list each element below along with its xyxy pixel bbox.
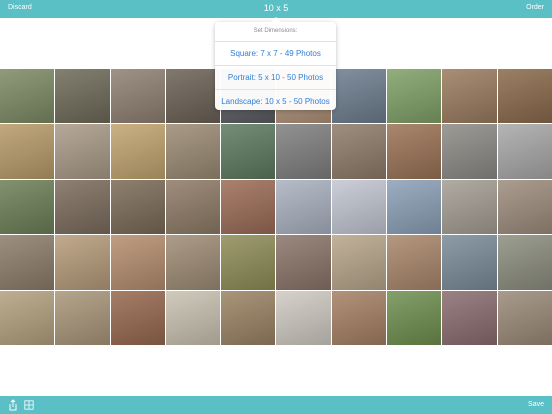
top-toolbar: Discard 10 x 5 Order [0,0,552,18]
photo-thumbnail[interactable] [331,179,387,235]
save-button[interactable]: Save [528,401,544,408]
photo-thumbnail[interactable] [110,235,165,290]
photo-thumbnail[interactable] [331,69,387,124]
photo-thumbnail[interactable] [497,69,552,124]
photo-thumbnail[interactable] [221,179,276,235]
photo-thumbnail[interactable] [276,124,331,179]
option-portrait[interactable]: Portrait: 5 x 10 - 50 Photos [215,65,336,89]
photo-thumbnail[interactable] [0,290,55,345]
photo-thumbnail[interactable] [276,235,331,290]
photo-thumbnail[interactable] [387,290,442,345]
photo-thumbnail[interactable] [110,69,165,124]
photo-thumbnail[interactable] [165,179,221,235]
photo-thumbnail[interactable] [331,124,387,179]
photo-thumbnail[interactable] [55,290,110,345]
popover-header: Set Dimensions: [253,28,298,34]
photo-thumbnail[interactable] [497,124,552,179]
photo-thumbnail[interactable] [221,290,276,345]
option-landscape[interactable]: Landscape: 10 x 5 - 50 Photos [215,89,336,113]
photo-thumbnail[interactable] [387,235,442,290]
photo-thumbnail[interactable] [165,124,221,179]
order-button[interactable]: Order [526,4,544,11]
photo-thumbnail[interactable] [0,124,55,179]
photo-thumbnail[interactable] [387,124,442,179]
photo-thumbnail[interactable] [0,69,55,124]
photo-thumbnail[interactable] [165,69,221,124]
photo-thumbnail[interactable] [276,179,331,235]
photo-thumbnail[interactable] [331,290,387,345]
photo-thumbnail[interactable] [55,235,110,290]
photo-thumbnail[interactable] [497,290,552,345]
photo-thumbnail[interactable] [442,290,497,345]
photo-thumbnail[interactable] [442,124,497,179]
bottom-icons [8,399,34,411]
photo-thumbnail[interactable] [221,124,276,179]
photo-thumbnail[interactable] [387,179,442,235]
photo-thumbnail[interactable] [55,69,110,124]
photo-thumbnail[interactable] [442,179,497,235]
photo-thumbnail[interactable] [387,69,442,124]
photo-thumbnail[interactable] [497,235,552,290]
photo-thumbnail[interactable] [442,235,497,290]
dimension-title[interactable]: 10 x 5 [0,3,552,13]
option-square[interactable]: Square: 7 x 7 - 49 Photos [215,41,336,65]
photo-thumbnail[interactable] [221,235,276,290]
photo-thumbnail[interactable] [0,235,55,290]
set-dimensions-popover: Set Dimensions: Square: 7 x 7 - 49 Photo… [215,17,336,113]
photo-thumbnail[interactable] [55,124,110,179]
bottom-toolbar: Save [0,396,552,414]
photo-thumbnail[interactable] [331,235,387,290]
photo-thumbnail[interactable] [497,179,552,235]
photo-thumbnail[interactable] [165,290,221,345]
photo-thumbnail[interactable] [110,290,165,345]
photo-thumbnail[interactable] [276,290,331,345]
photo-thumbnail[interactable] [110,124,165,179]
grid-icon[interactable] [24,399,34,411]
share-icon[interactable] [8,399,18,411]
photo-thumbnail[interactable] [165,235,221,290]
photo-thumbnail[interactable] [0,179,55,235]
photo-thumbnail[interactable] [55,179,110,235]
photo-thumbnail[interactable] [110,179,165,235]
photo-thumbnail[interactable] [442,69,497,124]
